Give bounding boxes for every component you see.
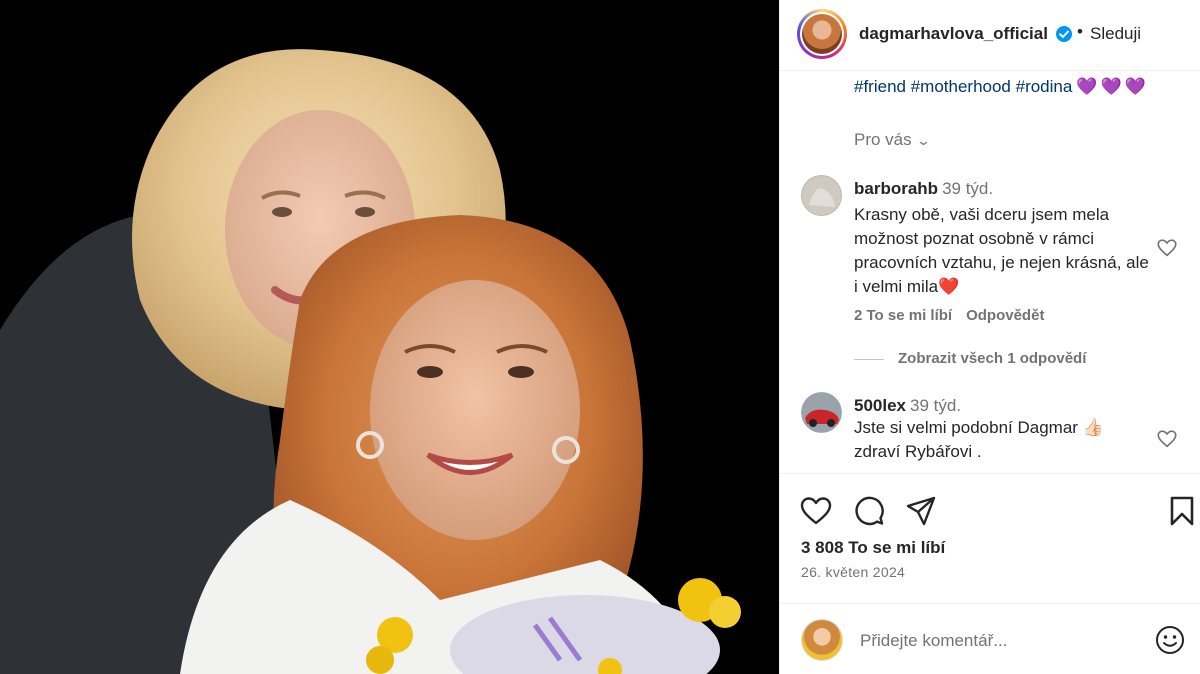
heart-outline-icon[interactable] bbox=[1156, 237, 1178, 259]
comment-timestamp[interactable]: 39 týd. bbox=[942, 179, 993, 198]
comment-like-count[interactable]: 2 To se mi líbí bbox=[854, 307, 952, 324]
comment-meta: 2 To se mi líbí Odpovědět bbox=[854, 307, 1058, 324]
comment-header: 500lex 39 týd. bbox=[854, 396, 961, 416]
chevron-down-icon: ⌄ bbox=[915, 133, 931, 148]
comment-text: Jste si velmi podobní Dagmar 👍🏻 zdraví R… bbox=[854, 418, 1104, 461]
bookmark-icon[interactable] bbox=[1165, 494, 1199, 528]
like-count[interactable]: 3 808 To se mi líbí bbox=[801, 538, 945, 558]
verified-badge-icon bbox=[1056, 26, 1072, 42]
author-avatar[interactable] bbox=[797, 9, 847, 59]
comment-header: barborahb 39 týd. bbox=[854, 179, 993, 199]
view-replies-label: Zobrazit všech 1 odpovědí bbox=[898, 350, 1087, 367]
comments-section[interactable]: #friend #motherhood #rodina 💜💜💜 Pro vás ⌄ … bbox=[780, 71, 1200, 473]
purple-hearts-emoji: 💜💜💜 bbox=[1076, 77, 1149, 96]
author-username[interactable]: dagmarhavlova_official bbox=[859, 24, 1048, 44]
like-heart-icon[interactable] bbox=[799, 494, 833, 528]
comment-input[interactable]: Přidejte komentář... bbox=[860, 631, 1007, 651]
for-you-label: Pro vás bbox=[854, 130, 912, 149]
commenter-username[interactable]: 500lex bbox=[854, 396, 906, 415]
commenter-avatar[interactable] bbox=[801, 392, 842, 433]
commenter-avatar[interactable] bbox=[801, 175, 842, 216]
paper-plane-icon[interactable] bbox=[904, 494, 938, 528]
post-photo[interactable] bbox=[0, 0, 779, 674]
reply-button[interactable]: Odpovědět bbox=[966, 307, 1044, 324]
post-image bbox=[0, 49, 741, 674]
comment-timestamp[interactable]: 39 týd. bbox=[910, 396, 961, 415]
hashtag-links[interactable]: #friend #motherhood #rodina bbox=[854, 77, 1072, 96]
speech-bubble-icon[interactable] bbox=[852, 494, 886, 528]
replies-divider bbox=[854, 358, 884, 360]
commenter-username[interactable]: barborahb bbox=[854, 179, 938, 198]
current-user-avatar bbox=[801, 619, 843, 661]
view-replies-button[interactable]: Zobrazit všech 1 odpovědí bbox=[854, 350, 1086, 367]
add-comment-bar: Přidejte komentář... bbox=[780, 603, 1200, 674]
smiley-icon[interactable] bbox=[1155, 625, 1185, 655]
following-button[interactable]: Sleduji bbox=[1090, 24, 1141, 44]
post-actions: 3 808 To se mi líbí 26. květen 2024 bbox=[780, 473, 1200, 603]
post-header: dagmarhavlova_official • Sleduji bbox=[780, 0, 1200, 71]
caption-hashtags: #friend #motherhood #rodina 💜💜💜 bbox=[854, 77, 1149, 97]
comment-text: Krasny obě, vaši dceru jsem mela možnost… bbox=[854, 205, 1149, 296]
for-you-sort-toggle[interactable]: Pro vás ⌄ bbox=[854, 130, 931, 150]
heart-outline-icon[interactable] bbox=[1156, 428, 1178, 450]
post-date[interactable]: 26. květen 2024 bbox=[801, 564, 905, 580]
separator-dot: • bbox=[1077, 22, 1083, 41]
post-side-panel: dagmarhavlova_official • Sleduji #friend… bbox=[779, 0, 1200, 674]
